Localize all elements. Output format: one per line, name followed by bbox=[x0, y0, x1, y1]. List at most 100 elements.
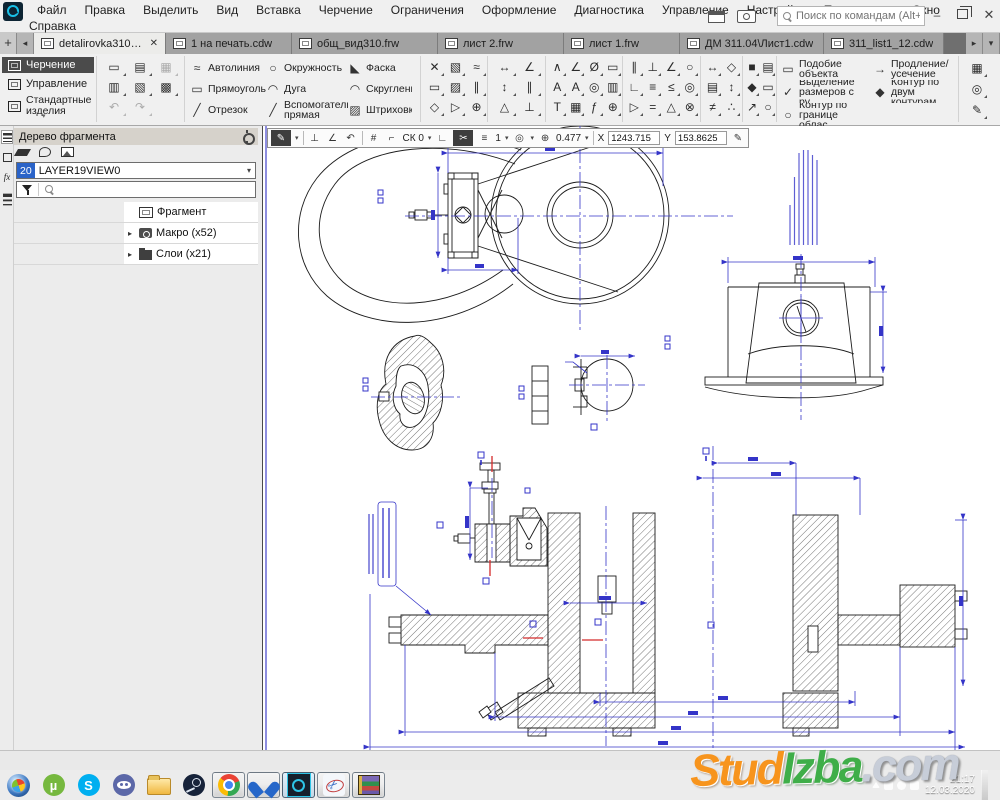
tree-row-macro[interactable]: ▸Макро (x52) bbox=[14, 223, 258, 244]
ribbon-tab-upravlenie[interactable]: Управление bbox=[2, 76, 94, 92]
tray-icon-2[interactable] bbox=[897, 781, 906, 790]
vst-insert-ole-icon[interactable]: ○ bbox=[760, 97, 776, 117]
contour-border-button[interactable]: ○Контур по границе облас... bbox=[781, 103, 873, 126]
current-layer-value[interactable]: 1 bbox=[495, 133, 501, 144]
tray-icon-3[interactable] bbox=[910, 781, 919, 790]
style-pencil-button[interactable]: ✎ bbox=[271, 130, 291, 146]
raz-linear-dim-icon[interactable]: ↔ bbox=[492, 57, 517, 77]
command-search[interactable] bbox=[777, 6, 925, 26]
fillet-button[interactable]: ◠Скругление bbox=[348, 78, 412, 99]
ogran-concentric-icon[interactable]: ◎ bbox=[681, 77, 700, 97]
tray-expand-icon[interactable] bbox=[872, 782, 880, 788]
di-measure-distance-icon[interactable]: ↔ bbox=[703, 57, 722, 77]
obozn-roughness-icon[interactable]: ∧ bbox=[548, 57, 567, 77]
ogran-middle-icon[interactable]: ⊗ bbox=[681, 97, 700, 117]
menu-item-4[interactable]: Вставка bbox=[249, 2, 308, 19]
image-icon[interactable] bbox=[61, 147, 74, 157]
pravka-move-icon[interactable]: ▭ bbox=[424, 77, 445, 97]
new-tab-button[interactable]: + bbox=[0, 33, 17, 54]
extend-trim-button[interactable]: →Продление/ усечение bbox=[873, 57, 959, 80]
pravka-mirror-icon[interactable]: ▧ bbox=[445, 57, 466, 77]
menu-item-6[interactable]: Ограничения bbox=[384, 2, 471, 19]
pravka-offset-icon[interactable]: ⊕ bbox=[466, 97, 487, 117]
system-undo-icon[interactable]: ↶ bbox=[101, 97, 127, 117]
di-measure-length-icon[interactable]: ↕ bbox=[722, 77, 741, 97]
ogran-equal-icon[interactable]: = bbox=[644, 97, 663, 117]
system-save-icon[interactable]: ▦ bbox=[153, 57, 179, 77]
ogran-horizontal-icon[interactable]: ∟ bbox=[625, 77, 644, 97]
expand-arrow-icon[interactable]: ▸ bbox=[128, 229, 135, 238]
menu-item-2[interactable]: Выделить bbox=[136, 2, 205, 19]
zoom-value[interactable]: 0.477 bbox=[556, 133, 581, 144]
chamfer-button[interactable]: ◣Фаска bbox=[348, 57, 412, 78]
obozn-text-icon[interactable]: T bbox=[548, 97, 567, 117]
di-info-icon[interactable]: ∴ bbox=[722, 97, 741, 117]
o-pin-tool-icon[interactable]: ✎ bbox=[966, 99, 988, 120]
obozn-view-arrow-icon[interactable]: ◎ bbox=[585, 77, 604, 97]
menu-item-0[interactable]: Файл bbox=[30, 2, 74, 19]
zoom-area-icon[interactable]: ◎ bbox=[513, 133, 527, 144]
system-redo-icon[interactable]: ↷ bbox=[127, 97, 153, 117]
taskbar-chrome[interactable] bbox=[212, 772, 245, 798]
ogran-perpendicular-icon[interactable]: ⊥ bbox=[644, 57, 663, 77]
gear-icon[interactable] bbox=[241, 131, 253, 143]
obozn-datum-icon[interactable]: ∠ bbox=[567, 57, 586, 77]
expand-arrow-icon[interactable]: ▸ bbox=[128, 250, 135, 259]
ogran-collinear-icon[interactable]: ≡ bbox=[644, 77, 663, 97]
system-print-preview-icon[interactable]: ▧ bbox=[127, 77, 153, 97]
document-tab-6[interactable]: 311_list1_12.cdw bbox=[824, 33, 944, 54]
di-measure-area-icon[interactable]: ▤ bbox=[703, 77, 722, 97]
arc-button[interactable]: ◠Дуга bbox=[266, 78, 348, 99]
snap-angle-icon[interactable]: ∠ bbox=[326, 133, 340, 144]
obozn-center-mark-icon[interactable]: ⊕ bbox=[604, 97, 623, 117]
obozn-text-a-icon[interactable]: A bbox=[548, 77, 567, 97]
menu-panel-icon[interactable] bbox=[1, 192, 13, 206]
ortho-icon[interactable]: ∟ bbox=[435, 133, 449, 144]
taskbar-kompas[interactable] bbox=[282, 772, 315, 798]
ribbon-tab-cherchenie[interactable]: Черчение bbox=[2, 57, 94, 73]
document-tab-4[interactable]: лист 1.frw bbox=[564, 33, 680, 54]
select-dims-button[interactable]: ✓Выделение размеров с ру... bbox=[781, 80, 873, 103]
menu-item-7[interactable]: Оформление bbox=[475, 2, 563, 19]
maximize-button[interactable] bbox=[957, 9, 968, 19]
drawing-canvas[interactable] bbox=[263, 126, 1000, 750]
pravka-array-icon[interactable]: ∥ bbox=[466, 77, 487, 97]
di-check-icon[interactable]: ≠ bbox=[703, 97, 722, 117]
raz-radial-dim-icon[interactable]: △ bbox=[492, 97, 517, 117]
layer-combobox[interactable]: 20 LAYER19VIEW0 ▾ bbox=[16, 162, 256, 179]
obozn-autoaxis-icon[interactable]: ƒ bbox=[585, 97, 604, 117]
segment-button[interactable]: ╱Отрезок bbox=[190, 99, 266, 120]
o-pocket-icon[interactable]: ▦ bbox=[966, 57, 988, 78]
document-tab-5[interactable]: ДМ 311.04\Лист1.cdw bbox=[680, 33, 824, 54]
ogran-angle-icon[interactable]: ∠ bbox=[662, 57, 681, 77]
grid-icon[interactable]: # bbox=[367, 133, 381, 144]
window-layout-icon[interactable] bbox=[708, 11, 725, 23]
document-tab-2[interactable]: общ_вид310.frw bbox=[292, 33, 438, 54]
vst-insert-picture-icon[interactable]: ▤ bbox=[760, 57, 776, 77]
vst-insert-fragment-icon[interactable]: ■ bbox=[744, 57, 760, 77]
select-cursor-icon[interactable] bbox=[39, 147, 51, 157]
layer-wedge-icon[interactable] bbox=[14, 149, 31, 156]
ogran-tangent-icon[interactable]: ○ bbox=[681, 57, 700, 77]
object-offset-button[interactable]: ▭Подобие объекта bbox=[781, 57, 873, 80]
show-desktop-button[interactable] bbox=[981, 770, 988, 800]
coordinate-system-value[interactable]: СК 0 bbox=[403, 133, 424, 144]
tab-close-icon[interactable]: ✕ bbox=[150, 38, 158, 49]
system-open-document-icon[interactable]: ▤ bbox=[127, 57, 153, 77]
obozn-leader-icon[interactable]: Ø bbox=[585, 57, 604, 77]
menu-item-8[interactable]: Диагностика bbox=[567, 2, 651, 19]
di-measure-angle-icon[interactable]: ◇ bbox=[722, 57, 741, 77]
taskbar-skype[interactable]: S bbox=[72, 772, 105, 798]
document-tab-3[interactable]: лист 2.frw bbox=[438, 33, 564, 54]
y-coordinate-field[interactable]: 153.8625 bbox=[675, 131, 727, 145]
contour-two-button[interactable]: ◆Контур по двум контурам bbox=[873, 80, 959, 103]
pravka-deform-icon[interactable]: ▷ bbox=[445, 97, 466, 117]
minimize-button[interactable]: – bbox=[930, 9, 944, 22]
menu-item-5[interactable]: Черчение bbox=[312, 2, 380, 19]
document-tab-1[interactable]: 1 на печать.cdw bbox=[166, 33, 292, 54]
menu-item-3[interactable]: Вид bbox=[209, 2, 245, 19]
nav-chevron-icon[interactable]: ▾ bbox=[42, 112, 46, 120]
tab-list-button[interactable]: ▾ bbox=[983, 33, 1000, 54]
raz-vertical-dim-icon[interactable]: ↕ bbox=[492, 77, 517, 97]
tree-search-input[interactable] bbox=[54, 183, 255, 196]
